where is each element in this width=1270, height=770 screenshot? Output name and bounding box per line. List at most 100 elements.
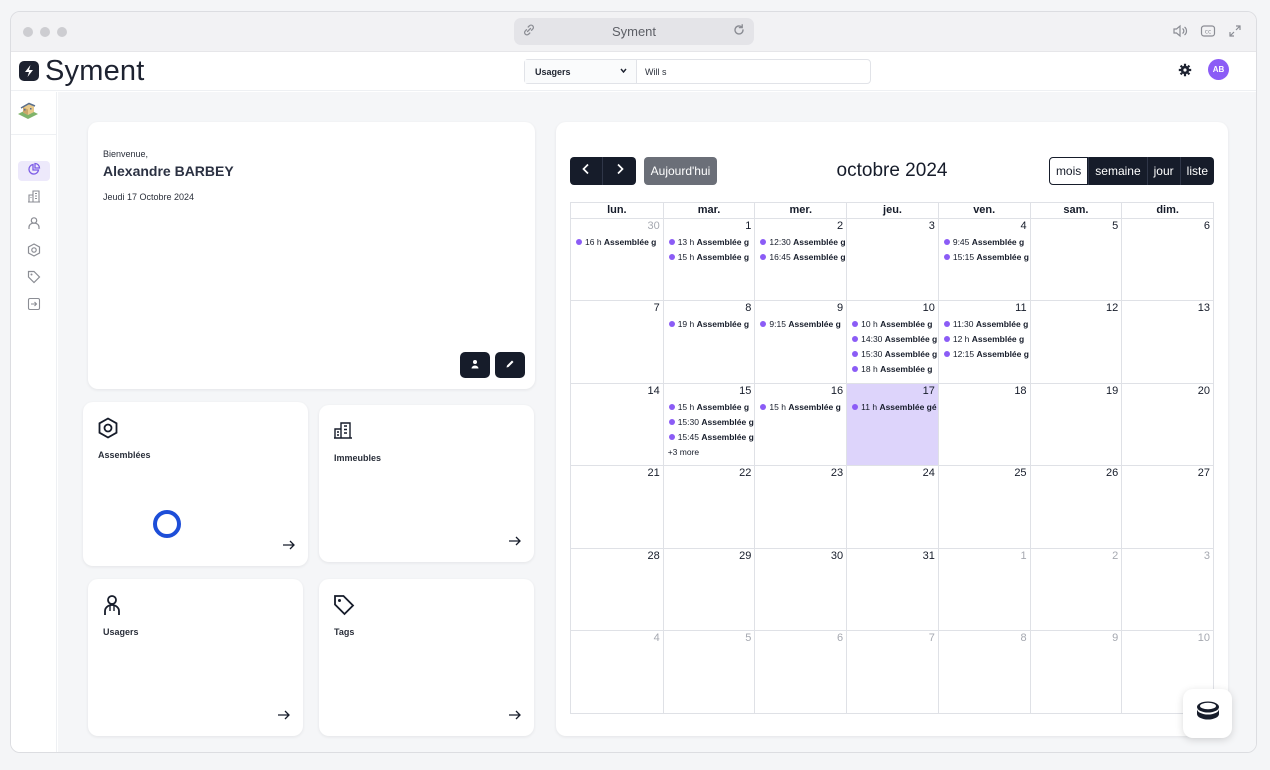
calendar-event[interactable]: 15:30 Assemblée g [664,415,755,430]
calendar-event[interactable]: 16 h Assemblée g [571,235,663,250]
day-number[interactable]: 16 [755,384,846,400]
sidebar-item-tags[interactable] [18,269,50,289]
captions-icon[interactable]: cc [1200,24,1216,43]
arrow-right-icon[interactable] [508,708,522,726]
day-number[interactable]: 22 [664,466,755,482]
calendar-day[interactable]: 30 [754,548,846,630]
sidebar-item-dashboard[interactable] [18,161,50,181]
user-avatar[interactable]: AB [1208,59,1229,80]
day-number[interactable]: 6 [1122,219,1213,235]
arrow-right-icon[interactable] [277,708,291,726]
calendar-event[interactable]: 11:30 Assemblée g [939,317,1030,332]
day-number[interactable]: 24 [847,466,938,482]
minimize-window-button[interactable] [40,27,50,37]
profile-button[interactable] [460,352,490,378]
day-number[interactable]: 28 [571,549,663,565]
day-number[interactable]: 7 [847,631,938,647]
calendar-day[interactable]: 31 [846,548,938,630]
calendar-day[interactable]: 19 [1029,383,1122,466]
reload-icon[interactable] [732,23,746,42]
sidebar-item-usagers[interactable] [18,215,50,235]
calendar-day[interactable]: 8 19 h Assemblée g [662,301,755,383]
assemblees-tile[interactable]: Assemblées [83,402,308,566]
day-number[interactable]: 4 [939,219,1030,235]
calendar-day[interactable]: 1 13 h Assemblée g 15 h Assemblée g [662,219,755,301]
day-number[interactable]: 9 [1031,631,1122,647]
calendar-event[interactable]: 15:15 Assemblée g [939,250,1030,265]
day-number[interactable]: 20 [1122,384,1213,400]
day-number[interactable]: 30 [571,219,663,235]
calendar-day[interactable]: 2 12:30 Assemblée g 16:45 Assemblée g [754,219,846,301]
calendar-day[interactable]: 29 [662,548,755,630]
calendar-day[interactable]: 7 [846,630,938,714]
calendar-day[interactable]: 21 [571,466,663,547]
calendar-day[interactable]: 1 [937,548,1030,630]
calendar-day-today[interactable]: 17 11 h Assemblée gé [846,383,938,466]
day-number[interactable]: 11 [939,301,1030,317]
calendar-event[interactable]: 10 h Assemblée g [847,317,938,332]
calendar-day[interactable]: 12 [1029,301,1122,383]
day-number[interactable]: 6 [755,631,846,647]
day-number[interactable]: 10 [847,301,938,317]
settings-gear-icon[interactable] [1178,63,1192,82]
calendar-day[interactable]: 4 [571,631,663,713]
calendar-event[interactable]: 9:15 Assemblée g [755,317,846,332]
sidebar-item-logout[interactable] [18,296,50,316]
sidebar-item-assemblees[interactable] [18,242,50,262]
calendar-day[interactable]: 9 9:15 Assemblée g [754,301,846,383]
day-number[interactable]: 9 [755,301,846,317]
building-illustration-icon[interactable] [15,100,41,131]
day-number[interactable]: 15 [664,384,755,400]
view-jour-button[interactable]: jour [1146,157,1180,185]
more-events-link[interactable]: +3 more [664,445,755,459]
calendar-day[interactable]: 3 [846,219,938,301]
arrow-right-icon[interactable] [282,538,296,556]
usagers-tile[interactable]: Usagers [88,579,303,736]
day-number[interactable]: 18 [939,384,1030,400]
arrow-right-icon[interactable] [508,534,522,552]
calendar-event[interactable]: 12:30 Assemblée g [755,235,846,250]
day-number[interactable]: 4 [571,631,663,647]
calendar-day[interactable]: 28 [571,549,663,630]
calendar-event[interactable]: 13 h Assemblée g [664,235,755,250]
day-number[interactable]: 27 [1122,466,1213,482]
calendar-day[interactable]: 6 [1121,219,1213,301]
calendar-event[interactable]: 12 h Assemblée g [939,332,1030,347]
day-number[interactable]: 12 [1031,301,1122,317]
day-number[interactable]: 26 [1031,466,1122,482]
day-number[interactable]: 1 [939,549,1030,565]
day-number[interactable]: 2 [755,219,846,235]
day-number[interactable]: 29 [664,549,755,565]
brand-logo[interactable]: Syment [19,56,145,86]
day-number[interactable]: 14 [571,384,663,400]
day-number[interactable]: 19 [1031,384,1122,400]
speaker-icon[interactable] [1172,24,1188,43]
day-number[interactable]: 8 [664,301,755,317]
calendar-day[interactable]: 10 10 h Assemblée g 14:30 Assemblée g 15:30… [846,301,938,383]
calendar-day[interactable]: 4 9:45 Assemblée g 15:15 Assemblée g [937,219,1030,301]
day-number[interactable]: 7 [571,301,663,317]
day-number[interactable]: 13 [1122,301,1213,317]
view-mois-button[interactable]: mois [1048,157,1089,185]
calendar-day[interactable]: 7 [571,301,663,382]
calendar-day[interactable]: 25 [937,466,1030,548]
calendar-day[interactable]: 5 [662,630,755,714]
calendar-day[interactable]: 6 [754,630,846,714]
view-liste-button[interactable]: liste [1179,157,1214,185]
edit-button[interactable] [495,352,525,378]
calendar-day[interactable]: 8 [937,630,1030,714]
day-number[interactable]: 5 [1031,219,1122,235]
calendar-event[interactable]: 14:30 Assemblée g [847,332,938,347]
tags-tile[interactable]: Tags [319,579,534,736]
day-number[interactable]: 23 [755,466,846,482]
calendar-event[interactable]: 9:45 Assemblée g [939,235,1030,250]
day-number[interactable]: 5 [664,631,755,647]
help-widget-button[interactable] [1183,689,1232,738]
calendar-event[interactable]: 11 h Assemblée gé [847,400,938,415]
calendar-day[interactable]: 5 [1029,219,1122,301]
calendar-event[interactable]: 15 h Assemblée g [755,400,846,415]
calendar-event[interactable]: 15 h Assemblée g [664,250,755,265]
day-number[interactable]: 10 [1122,631,1213,647]
calendar-event[interactable]: 15:45 Assemblée g [664,430,755,445]
calendar-day[interactable]: 14 [571,384,663,465]
